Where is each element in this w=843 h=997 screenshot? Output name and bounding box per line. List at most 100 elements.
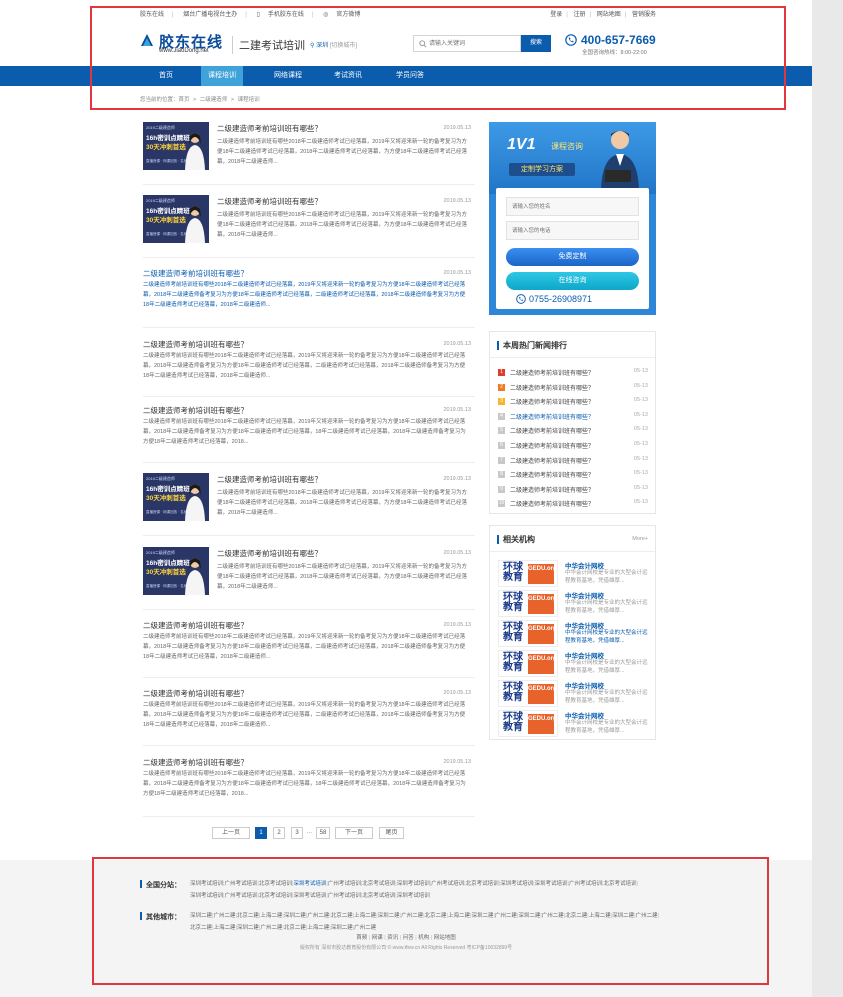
article-title[interactable]: 二级建造师考前培训班有哪些？ [143,688,248,699]
article-title[interactable]: 二级建造师考前培训班有哪些？ [143,620,248,631]
article-summary: 二级建造师考前培训班有哪些2018年二级建造师考试已经落幕，2019年又将迎来新… [143,282,466,308]
hot-news-item[interactable]: 8 二级建造师考前培训班有哪些？ 05-13 [498,470,648,481]
article-item[interactable]: 2019二级建造师 16h密训点睛班 30天冲刺首选 直播授课 · 网课回放 · 名师… [143,547,475,610]
hot-news-item[interactable]: 6 二级建造师考前培训班有哪些？ 05-13 [498,441,648,452]
article-item[interactable]: 二级建造师考前培训班有哪些？ 2019.05.13 二级建造师考前培训班有哪些201… [143,620,475,678]
page-button-1[interactable]: 1 [255,827,267,839]
org-logo[interactable]: 环球教育 GEDU.org [498,560,558,587]
org-logo[interactable]: 环球教育 GEDU.org [498,680,558,707]
prev-page-button[interactable]: 上一页 [212,827,250,839]
article-thumbnail[interactable]: 2019二级建造师 16h密训点睛班 30天冲刺首选 直播授课 · 网课回放 · 名师… [143,547,209,595]
free-custom-button[interactable]: 免费定制 [506,248,639,266]
hot-news-item[interactable]: 7 二级建造师考前培训班有哪些？ 05-13 [498,456,648,467]
org-logo[interactable]: 环球教育 GEDU.org [498,710,558,737]
page-button-last[interactable]: 58 [316,827,330,839]
name-input[interactable] [506,197,639,216]
article-title[interactable]: 二级建造师考前培训班有哪些？ [143,339,248,350]
hot-news-title-text[interactable]: 二级建造师考前培训班有哪些？ [510,397,594,406]
orgs-panel: 相关机构 More+ 环球教育 GEDU.org 中华会计网校 中华会计网校是专业的大… [489,525,656,740]
thumb-line3: 30天冲刺首选 [146,144,186,151]
article-title[interactable]: 二级建造师考前培训班有哪些？ [217,548,322,559]
article-date: 2019.05.13 [443,622,471,628]
hot-news-item[interactable]: 9 二级建造师考前培训班有哪些？ 05-13 [498,485,648,496]
section-bar [497,341,499,350]
teacher-photo-icon [185,558,205,595]
org-item[interactable]: 环球教育 GEDU.org 中华会计网校 中华会计网校是专业的大型会计远程教育基地，凭… [498,620,648,648]
org-item[interactable]: 环球教育 GEDU.org 中华会计网校 中华会计网校是专业的大型会计远程教育基地，凭… [498,560,648,588]
hot-news-item[interactable]: 4 二级建造师考前培训班有哪些？ 05-13 [498,412,648,423]
hot-news-title-text[interactable]: 二级建造师考前培训班有哪些？ [510,426,594,435]
hot-news-title-text[interactable]: 二级建造师考前培训班有哪些？ [510,383,594,392]
org-item[interactable]: 环球教育 GEDU.org 中华会计网校 中华会计网校是专业的大型会计远程教育基地，凭… [498,590,648,618]
hot-news-item[interactable]: 3 二级建造师考前培训班有哪些？ 05-13 [498,397,648,408]
hot-news-title-text[interactable]: 二级建造师考前培训班有哪些？ [510,485,594,494]
hot-news-item[interactable]: 2 二级建造师考前培训班有哪些？ 05-13 [498,383,648,394]
org-item[interactable]: 环球教育 GEDU.org 中华会计网校 中华会计网校是专业的大型会计远程教育基地，凭… [498,680,648,708]
article-item[interactable]: 2019二级建造师 16h密训点睛班 30天冲刺首选 直播授课 · 网课回放 · 名师… [143,473,475,536]
article-item[interactable]: 2019二级建造师 16h密训点睛班 30天冲刺首选 直播授课 · 网课回放 · 名师… [143,122,475,185]
article-title[interactable]: 二级建造师考前培训班有哪些？ [143,757,248,768]
article-thumbnail[interactable]: 2019二级建造师 16h密训点睛班 30天冲刺首选 直播授课 · 网课回放 · 名师… [143,122,209,170]
page-button-3[interactable]: 3 [291,827,303,839]
article-item[interactable]: 二级建造师考前培训班有哪些？ 2019.05.13 二级建造师考前培训班有哪些201… [143,339,475,397]
hot-news-date: 05-13 [633,470,648,477]
article-thumbnail[interactable]: 2019二级建造师 16h密训点睛班 30天冲刺首选 直播授课 · 网课回放 · 名师… [143,195,209,243]
rank-badge: 4 [498,412,505,420]
article-summary: 二级建造师考前培训班有哪些2018年二级建造师考试已经落幕，2019年又将迎来新… [217,139,467,165]
hot-news-title-text[interactable]: 二级建造师考前培训班有哪些？ [510,499,594,508]
orgs-more-link[interactable]: More+ [632,536,648,542]
hot-news-date: 05-13 [633,426,648,433]
thumb-line1: 2019二级建造师 [146,550,175,555]
thumb-line1: 2019二级建造师 [146,125,175,130]
rank-badge: 10 [498,500,505,508]
org-logo[interactable]: 环球教育 GEDU.org [498,650,558,677]
hot-news-title-text[interactable]: 二级建造师考前培训班有哪些？ [510,368,594,377]
org-desc: 中华会计网校是专业的大型会计远程教育基地，凭借雄厚... [565,600,648,614]
hot-news-title-text[interactable]: 二级建造师考前培训班有哪些？ [510,412,594,421]
org-desc: 中华会计网校是专业的大型会计远程教育基地，凭借雄厚... [565,720,648,734]
article-summary: 二级建造师考前培训班有哪些2018年二级建造师考试已经落幕，2019年又将迎来新… [143,353,466,379]
hot-news-item[interactable]: 1 二级建造师考前培训班有哪些？ 05-13 [498,368,648,379]
article-item[interactable]: 2019二级建造师 16h密训点睛班 30天冲刺首选 直播授课 · 网课回放 · 名师… [143,195,475,258]
phone-input[interactable] [506,221,639,240]
article-summary: 二级建造师考前培训班有哪些2018年二级建造师考试已经落幕，2019年又将迎来新… [217,564,467,590]
article-title[interactable]: 二级建造师考前培训班有哪些？ [217,474,322,485]
end-page-button[interactable]: 尾页 [379,827,404,839]
org-logo-badge: GEDU.org [528,624,557,644]
org-item[interactable]: 环球教育 GEDU.org 中华会计网校 中华会计网校是专业的大型会计远程教育基地，凭… [498,710,648,738]
org-logo[interactable]: 环球教育 GEDU.org [498,620,558,647]
thumb-line3: 30天冲刺首选 [146,569,186,576]
article-item[interactable]: 二级建造师考前培训班有哪些？ 2019.05.13 二级建造师考前培训班有哪些201… [143,757,475,817]
hot-news-title-text[interactable]: 二级建造师考前培训班有哪些？ [510,456,594,465]
article-title[interactable]: 二级建造师考前培训班有哪些？ [143,268,248,279]
article-item[interactable]: 二级建造师考前培训班有哪些？ 2019.05.13 二级建造师考前培训班有哪些201… [143,405,475,463]
hot-news-title: 本周热门新闻排行 [503,341,567,350]
article-title[interactable]: 二级建造师考前培训班有哪些？ [217,123,322,134]
rank-badge: 6 [498,442,505,449]
hot-news-item[interactable]: 5 二级建造师考前培训班有哪些？ 05-13 [498,426,648,437]
article-title[interactable]: 二级建造师考前培训班有哪些？ [217,196,322,207]
hot-news-title-text[interactable]: 二级建造师考前培训班有哪些？ [510,470,594,479]
article-summary: 二级建造师考前培训班有哪些2018年二级建造师考试已经落幕，2019年又将迎来新… [217,212,467,238]
article-thumbnail[interactable]: 2019二级建造师 16h密训点睛班 30天冲刺首选 直播授课 · 网课回放 · 名师… [143,473,209,521]
article-title[interactable]: 二级建造师考前培训班有哪些？ [143,405,248,416]
hot-news-date: 05-13 [633,411,648,418]
page-button-2[interactable]: 2 [273,827,285,839]
next-page-button[interactable]: 下一页 [335,827,373,839]
article-date: 2019.05.13 [443,198,471,204]
org-logo-main: 环球教育 [503,592,523,613]
teacher-photo-icon [185,206,205,243]
hot-news-title-text[interactable]: 二级建造师考前培训班有哪些？ [510,441,594,450]
article-date: 2019.05.13 [443,341,471,347]
page-ellipsis: ... [307,829,313,835]
thumb-line3: 30天冲刺首选 [146,495,186,502]
article-item[interactable]: 二级建造师考前培训班有哪些？ 2019.05.13 二级建造师考前培训班有哪些201… [143,268,475,328]
orgs-title: 相关机构 [503,535,535,544]
article-date: 2019.05.13 [443,407,471,413]
article-item[interactable]: 二级建造师考前培训班有哪些？ 2019.05.13 二级建造师考前培训班有哪些201… [143,688,475,746]
org-item[interactable]: 环球教育 GEDU.org 中华会计网校 中华会计网校是专业的大型会计远程教育基地，凭… [498,650,648,678]
org-logo[interactable]: 环球教育 GEDU.org [498,590,558,617]
online-consult-button[interactable]: 在线咨询 [506,272,639,290]
hot-news-item[interactable]: 10 二级建造师考前培训班有哪些？ 05-13 [498,499,648,510]
phone-icon [516,294,526,304]
